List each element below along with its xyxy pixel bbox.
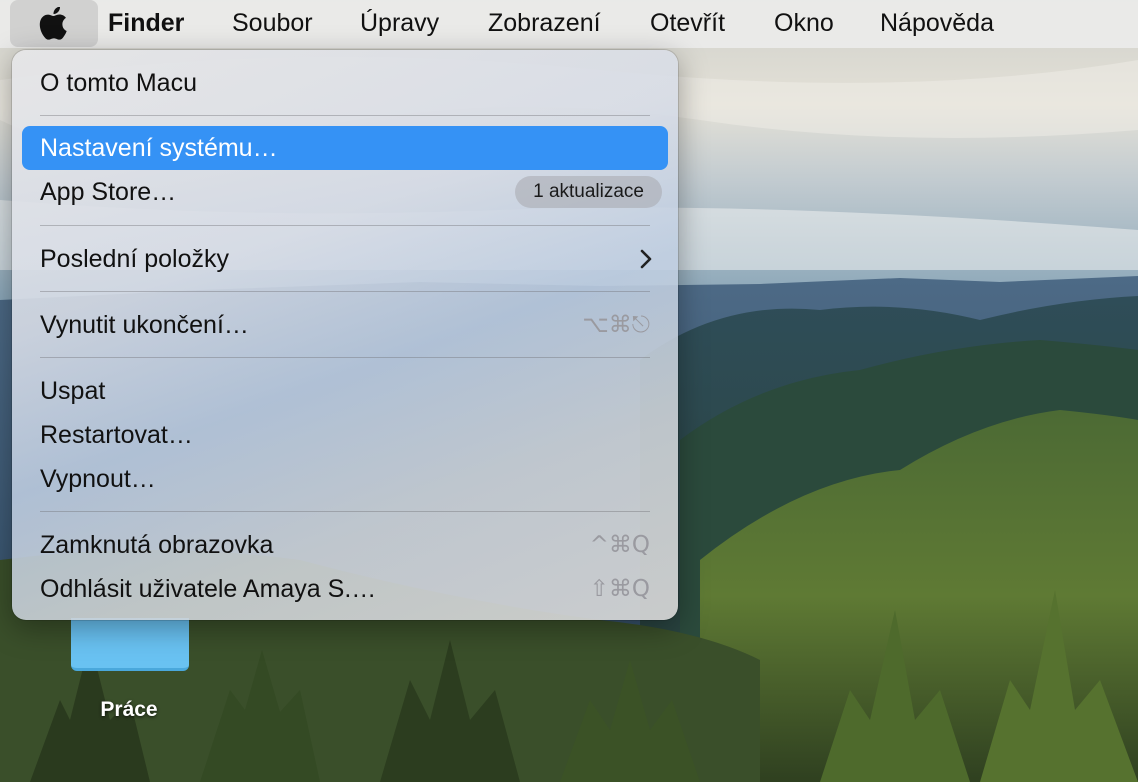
menu-item-about-mac[interactable]: O tomto Macu <box>22 61 668 105</box>
menu-zobrazeni[interactable]: Zobrazení <box>488 0 601 47</box>
menu-soubor[interactable]: Soubor <box>232 0 313 47</box>
menu-item-label: Vynutit ukončení… <box>40 311 249 339</box>
menu-separator <box>40 115 650 116</box>
menu-separator <box>40 225 650 226</box>
apple-logo-icon <box>39 6 67 40</box>
chevron-right-icon <box>640 249 652 269</box>
menu-separator <box>40 291 650 292</box>
menu-item-label: Vypnout… <box>40 465 156 493</box>
shortcut-force-quit: ⌥⌘⎋ <box>582 312 650 338</box>
menu-item-lock-screen[interactable]: Zamknutá obrazovka ^⌘Q <box>22 523 668 567</box>
menu-separator <box>40 357 650 358</box>
menu-bar: Finder Soubor Úpravy Zobrazení Otevřít O… <box>0 0 1138 48</box>
menu-finder[interactable]: Finder <box>108 0 184 47</box>
shortcut-lock-screen: ^⌘Q <box>589 532 650 558</box>
menu-item-label: Zamknutá obrazovka <box>40 531 274 559</box>
menu-item-label: Poslední položky <box>40 245 230 273</box>
menu-item-label: Nastavení systému… <box>40 134 278 162</box>
menu-item-log-out[interactable]: Odhlásit uživatele Amaya S.… ⇧⌘Q <box>22 567 668 611</box>
menu-item-force-quit[interactable]: Vynutit ukončení… ⌥⌘⎋ <box>22 303 668 347</box>
apple-menu-dropdown: O tomto Macu Nastavení systému… App Stor… <box>12 50 678 620</box>
menu-item-label: O tomto Macu <box>40 69 197 97</box>
menu-item-label: Odhlásit uživatele Amaya S.… <box>40 575 377 603</box>
menu-okno[interactable]: Okno <box>774 0 834 47</box>
apple-menu-button[interactable] <box>10 0 98 47</box>
menu-item-shut-down[interactable]: Vypnout… <box>22 457 668 501</box>
menu-item-restart[interactable]: Restartovat… <box>22 413 668 457</box>
menu-separator <box>40 511 650 512</box>
folder-icon[interactable] <box>71 618 189 671</box>
folder-label[interactable]: Práce <box>60 698 198 722</box>
menu-item-sleep[interactable]: Uspat <box>22 369 668 413</box>
menu-item-label: Uspat <box>40 377 106 405</box>
shortcut-log-out: ⇧⌘Q <box>589 576 650 602</box>
menu-item-recent-items[interactable]: Poslední položky <box>22 237 668 281</box>
menu-otevrit[interactable]: Otevřít <box>650 0 725 47</box>
menu-napoveda[interactable]: Nápověda <box>880 0 994 47</box>
menu-item-label: App Store… <box>40 178 177 206</box>
update-badge: 1 aktualizace <box>515 176 662 208</box>
menu-item-app-store[interactable]: App Store… 1 aktualizace <box>22 170 668 214</box>
menu-item-system-settings[interactable]: Nastavení systému… <box>22 126 668 170</box>
menu-item-label: Restartovat… <box>40 421 193 449</box>
menu-upravy[interactable]: Úpravy <box>360 0 439 47</box>
